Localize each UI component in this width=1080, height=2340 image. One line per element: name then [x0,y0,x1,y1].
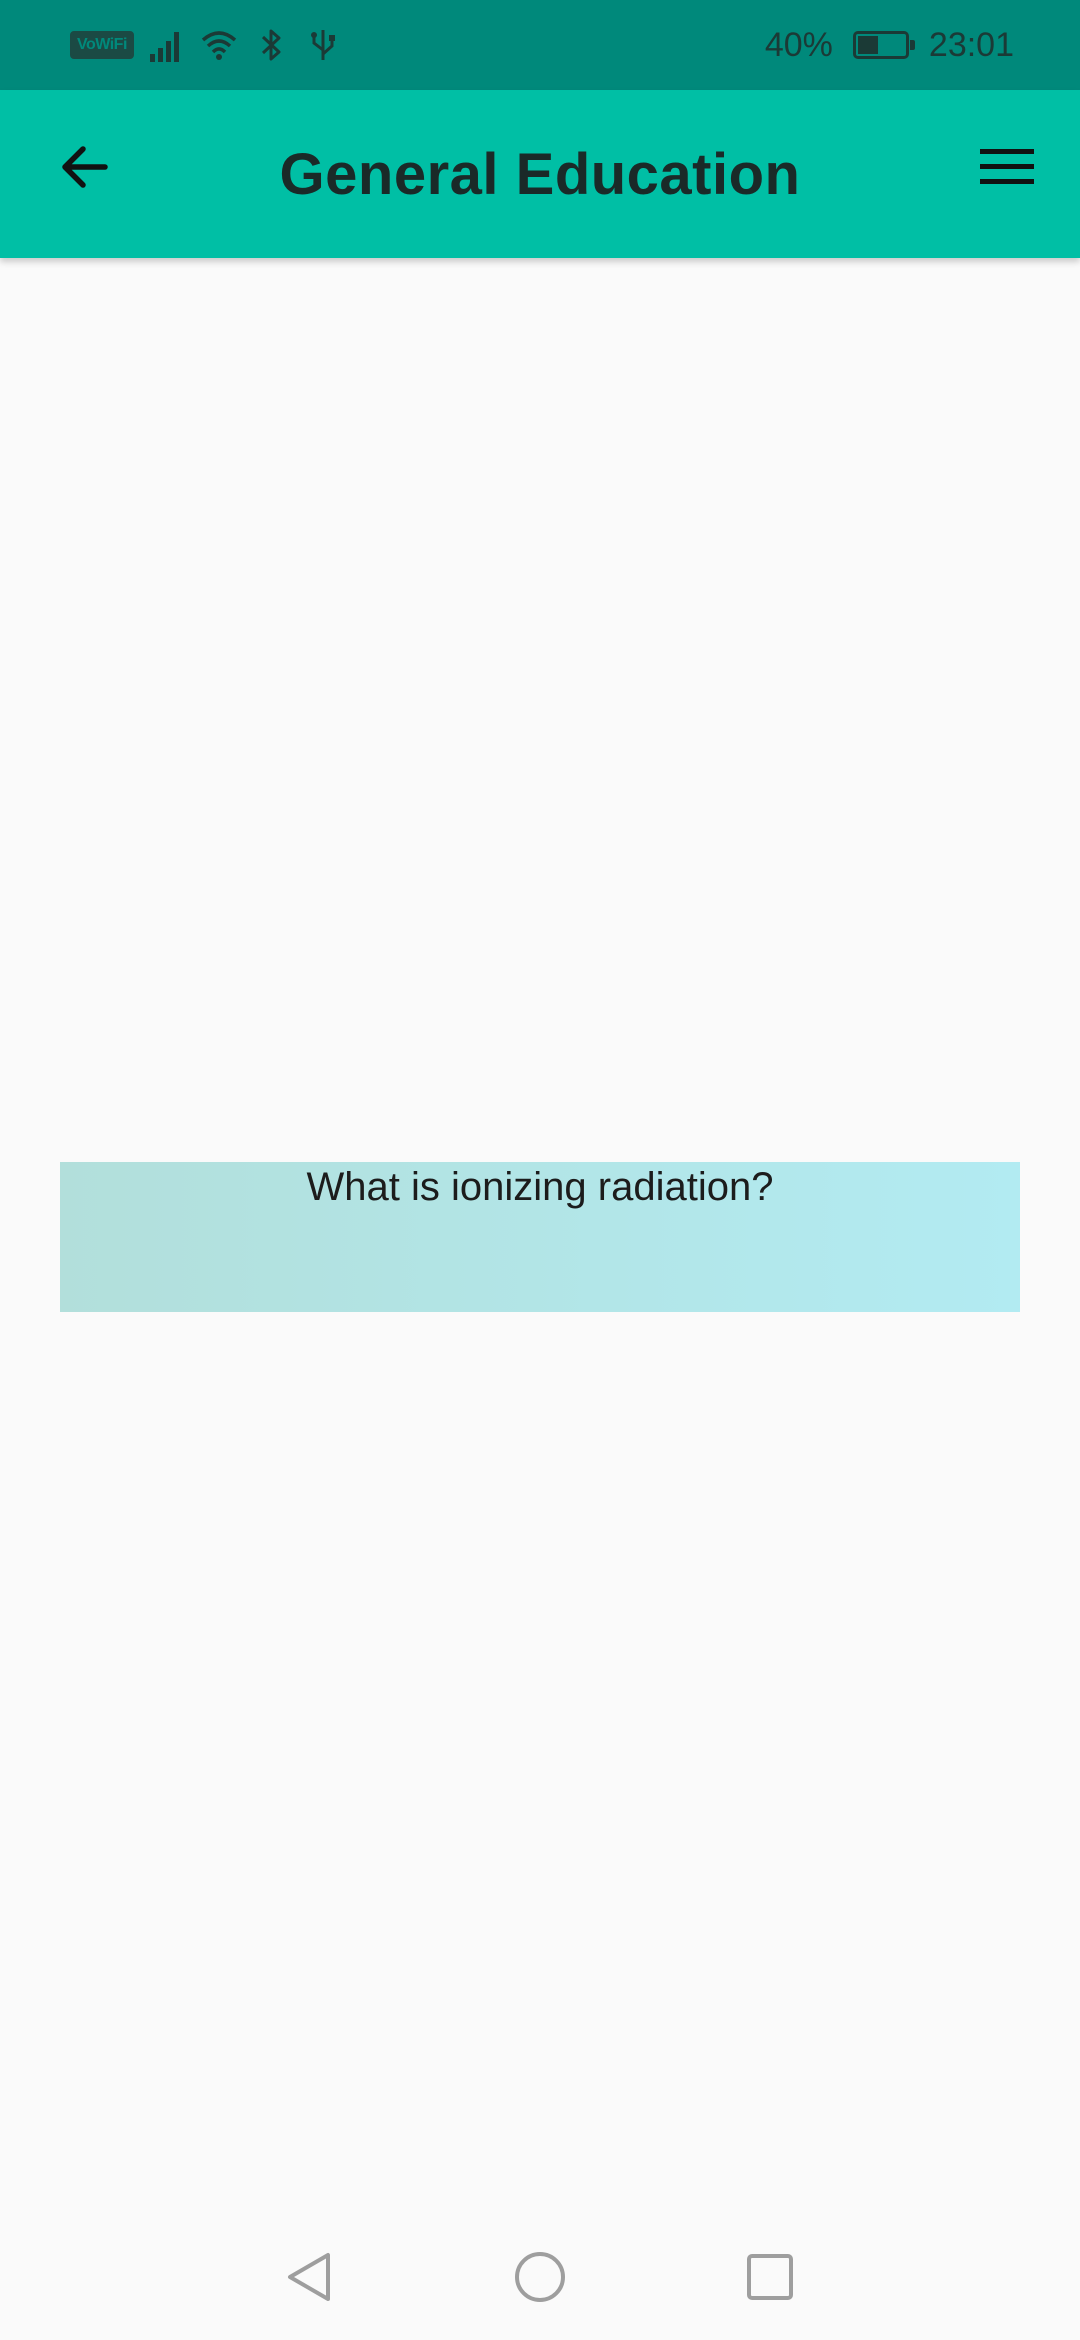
signal-icon [148,26,186,64]
status-left: VoWiFi [70,26,342,64]
back-button[interactable] [50,132,120,202]
status-right: 40% 23:01 [765,26,1014,65]
app-bar: General Education [0,90,1080,258]
usb-icon [304,26,342,64]
status-bar: VoWiFi 40% 23:01 [0,0,1080,90]
wifi-icon [200,26,238,64]
battery-fill [857,36,878,54]
back-triangle-icon [288,2253,330,2301]
screen: VoWiFi 40% 23:01 General Education What … [0,0,1080,2340]
menu-button[interactable] [972,132,1042,202]
question-card[interactable]: What is ionizing radiation? [60,1162,1020,1312]
hamburger-menu-icon [980,149,1034,184]
recents-square-icon [747,2254,793,2300]
nav-home-button[interactable] [500,2237,580,2317]
page-title: General Education [279,141,801,207]
status-time: 23:01 [928,25,1014,64]
nav-back-button[interactable] [270,2237,350,2317]
question-text: What is ionizing radiation? [306,1165,774,1209]
arrow-left-icon [62,146,108,188]
home-circle-icon [515,2252,565,2302]
vowifi-badge: VoWiFi [70,31,134,59]
nav-recents-button[interactable] [730,2237,810,2317]
battery-charging-icon [852,31,915,59]
battery-percent: 40% [764,25,833,64]
navigation-bar [0,2214,1080,2340]
main-content: What is ionizing radiation? [0,258,1080,2214]
bluetooth-icon [252,26,290,64]
